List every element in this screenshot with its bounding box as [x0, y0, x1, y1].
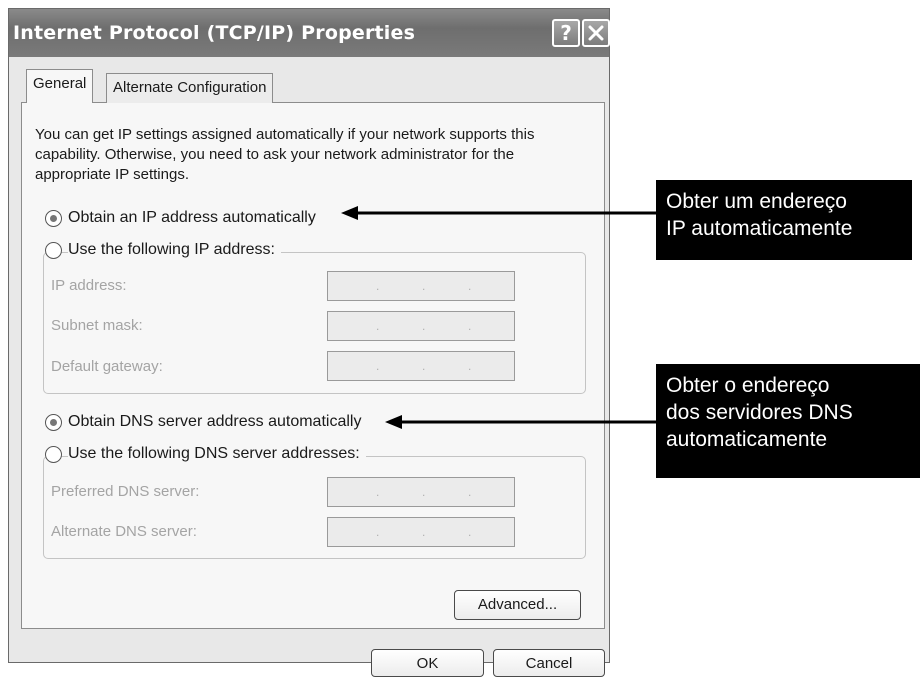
callout-ip-auto-line: Obter um endereço — [666, 190, 847, 213]
callout-dns-auto-line: dos servidores DNS — [666, 401, 853, 424]
callout-dns-auto-line: Obter o endereço — [666, 374, 830, 397]
callout-dns-auto-line: automaticamente — [666, 428, 828, 451]
tab-general[interactable]: General — [26, 69, 94, 103]
annotation-arrows — [341, 206, 656, 429]
callout-ip-auto: Obter um endereço IP automaticamente — [656, 180, 912, 260]
callout-dns-auto: Obter o endereço dos servidores DNS auto… — [656, 364, 920, 478]
callout-ip-auto-line: IP automaticamente — [666, 217, 853, 240]
arrow-dns-auto — [385, 415, 656, 429]
arrow-ip-auto — [341, 206, 656, 220]
